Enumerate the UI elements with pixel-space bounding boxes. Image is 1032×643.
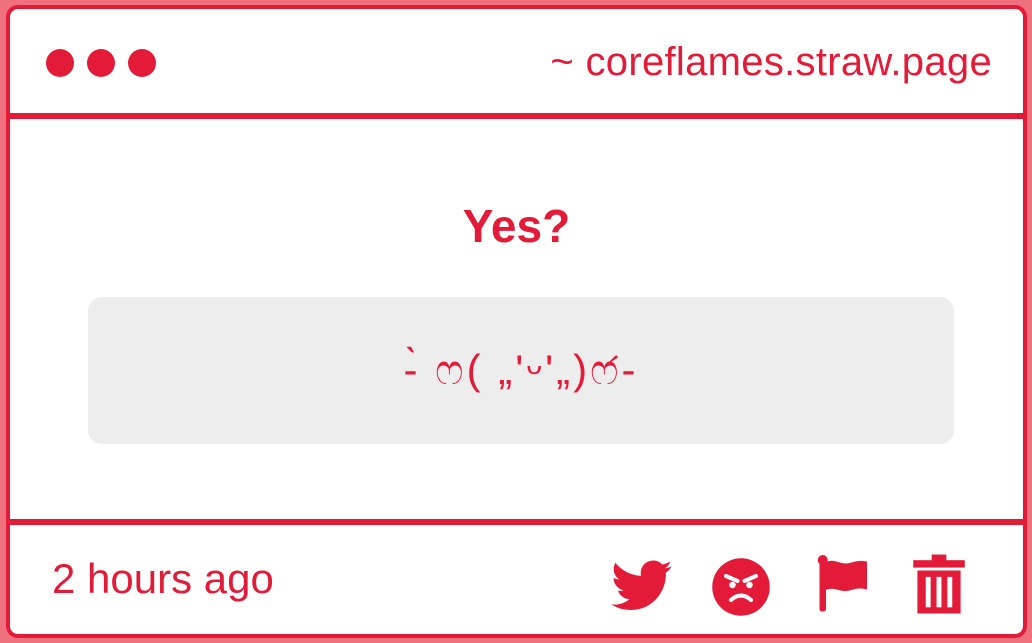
flag-icon[interactable] [809,551,875,617]
angry-face-icon[interactable] [709,555,773,619]
question-content: Yes? -̀ ෆ( „'ᵕ'„)ෆ́- [10,119,1023,519]
answer-box: -̀ ෆ( „'ᵕ'„)ෆ́- [88,297,954,444]
window-dot [128,49,156,77]
card-footer: 2 hours ago [10,519,1023,634]
window-dot [87,49,115,77]
twitter-share-icon[interactable] [609,553,675,619]
question-title: Yes? [462,200,571,252]
timestamp: 2 hours ago [52,555,274,602]
window-dot [46,49,74,77]
title-bar: ~ coreflames.straw.page [10,9,1023,119]
window-dots [46,49,156,77]
site-url[interactable]: ~ coreflames.straw.page [550,40,992,85]
answer-text: -̀ ෆ( „'ᵕ'„)ෆ́- [403,346,639,393]
trash-icon[interactable] [909,551,969,617]
card-window: ~ coreflames.straw.page Yes? -̀ ෆ( „'ᵕ'„… [6,5,1027,638]
